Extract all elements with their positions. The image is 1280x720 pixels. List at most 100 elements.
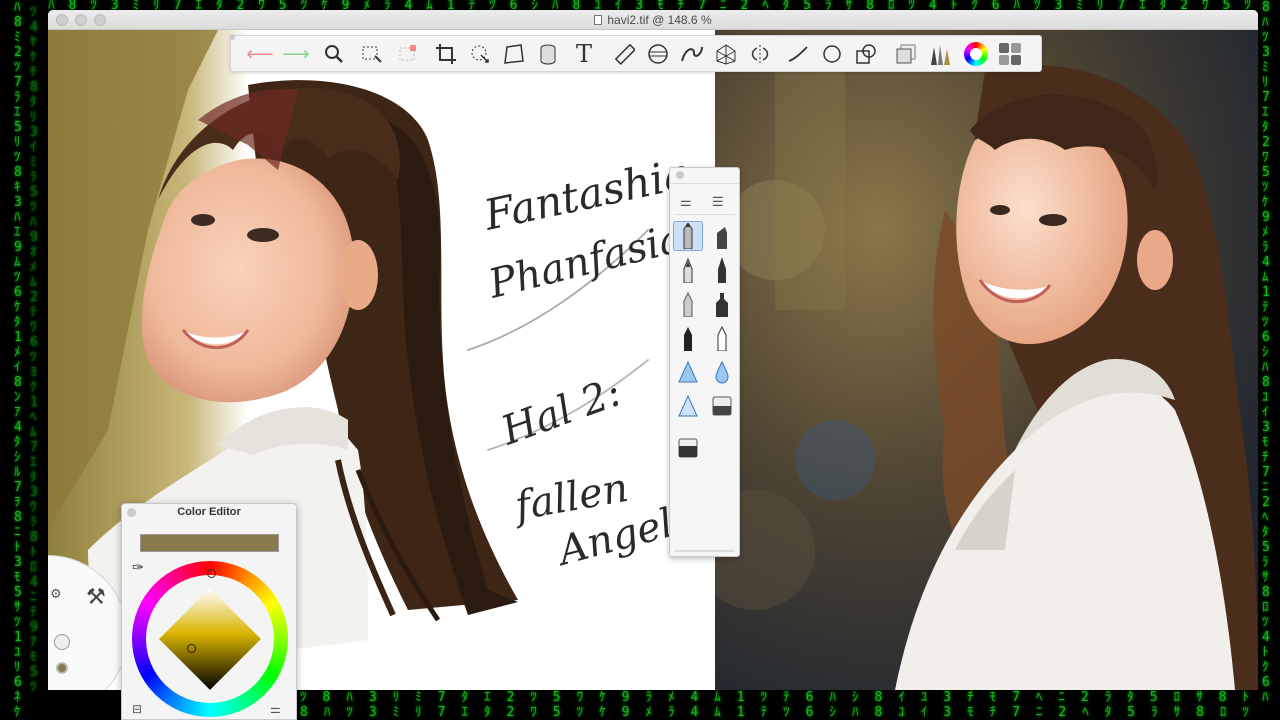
pencil-icon (683, 223, 693, 249)
text-icon: T (575, 40, 592, 68)
selection-icon (362, 46, 382, 63)
brush-palette: ⚌ ☰ (669, 167, 740, 557)
desktop: ﾊ 8 ﾐ 2 ﾂ 7 ﾗ ｴ 5 ﾘ ﾂ 8 ｷ 3 ﾊ ｴ 9 ﾑ ﾂ 6 … (0, 0, 1280, 720)
technical-pen-icon (683, 257, 693, 283)
transform-icon (471, 45, 489, 63)
color-puck-icon[interactable]: ⊟ (132, 702, 142, 716)
brush-sets-icon[interactable]: ☰ (712, 194, 724, 210)
brush-airbrush[interactable] (673, 357, 703, 387)
ballpoint-icon (683, 291, 693, 317)
fill-button[interactable] (533, 40, 563, 68)
shape-icon (856, 44, 876, 64)
hue-handle[interactable] (207, 569, 216, 578)
undo-button[interactable]: ⟵ (245, 40, 275, 68)
crop-icon (436, 44, 456, 64)
stroke-icon (788, 46, 808, 62)
puck-settings-icon[interactable]: ⚙ (50, 586, 62, 602)
brush-properties-icon[interactable]: ⚒ (86, 584, 106, 610)
clear-selection-icon (399, 45, 416, 61)
reference-photo (715, 30, 1258, 690)
brush-marker[interactable] (707, 221, 737, 251)
brush-pen[interactable] (707, 323, 737, 353)
brush-felt-tip[interactable] (707, 289, 737, 319)
eyedropper-icon[interactable]: ✑ (132, 559, 144, 576)
layers-button[interactable] (891, 40, 921, 68)
perspective-guide-button[interactable] (711, 40, 741, 68)
document-icon (594, 15, 603, 25)
fill-icon (540, 44, 556, 65)
brush-ballpoint[interactable] (673, 289, 703, 319)
brush-settings-icon[interactable]: ⚌ (680, 194, 692, 210)
matrix-rain-left: ﾊ 8 ﾐ 2 ﾂ 7 ﾗ ｴ 5 ﾘ ﾂ 8 ｷ 3 ﾊ ｴ 9 ﾑ ﾂ 6 … (14, 0, 22, 720)
brush-palette-close[interactable] (676, 171, 684, 179)
brush-ink-pen[interactable] (707, 255, 737, 285)
brush-smudge[interactable] (707, 357, 737, 387)
distort-button[interactable] (499, 40, 529, 68)
ellipse-tool-button[interactable] (817, 40, 847, 68)
ruler-icon (614, 43, 635, 65)
palette-resize-handle[interactable] (675, 550, 735, 552)
french-curve-button[interactable] (677, 40, 707, 68)
swatches-icon (999, 43, 1021, 65)
fineliner-icon (684, 327, 692, 351)
brush-size-control[interactable] (54, 634, 70, 650)
redo-button[interactable]: ⟶ (281, 40, 311, 68)
ruler-button[interactable] (609, 40, 639, 68)
color-settings-icon[interactable]: ⚌ (270, 702, 281, 716)
ellipse-icon (823, 45, 841, 63)
main-toolbar: ⟵ ⟶ T (229, 34, 1042, 72)
value-handle[interactable] (187, 644, 196, 653)
perspective-icon (716, 44, 736, 65)
window-title-text: havi2.tif @ 148.6 % (607, 13, 712, 27)
text-button[interactable]: T (569, 40, 599, 68)
brush-soft-airbrush[interactable] (673, 391, 703, 421)
current-color-swatch[interactable] (140, 534, 279, 552)
symmetry-button[interactable] (745, 40, 775, 68)
color-editor-button[interactable] (961, 40, 991, 68)
color-wheel-icon (964, 42, 988, 66)
zoom-button[interactable] (319, 40, 349, 68)
ink-pen-icon (718, 257, 726, 283)
matrix-rain-left-2: ﾂ 4 ﾔ ｹ ﾁ 8 ﾀ ﾘ 3 ｲ ﾐ ﾗ 5 ﾂ ﾊ 9 ｵ ﾒ ﾑ 2 … (30, 5, 38, 695)
clear-selection-button[interactable] (393, 40, 423, 68)
title-bar[interactable]: havi2.tif @ 148.6 % (48, 10, 1258, 30)
color-editor-title: Color Editor (177, 506, 241, 518)
stroke-line-button[interactable] (783, 40, 813, 68)
reference-photo-image (715, 30, 1258, 690)
brush-library-button[interactable] (925, 40, 955, 68)
selection-button[interactable] (357, 40, 387, 68)
felt-tip-icon (716, 293, 728, 317)
brush-hard-eraser[interactable] (673, 433, 703, 463)
matrix-rain-bottom: ﾂ8ﾊ3ﾘﾐ7ﾀｴ2ﾂ5ﾜｹ9ﾗﾒ4ﾑ1ﾂﾃ6ﾊｼ8ｲﾕ3ﾁﾓ7ﾍﾆ2ﾗﾀ5ﾛｻ… (300, 690, 1260, 720)
crop-button[interactable] (431, 40, 461, 68)
symmetry-icon (751, 45, 769, 63)
toolbar-close-dot[interactable] (229, 34, 235, 40)
swatches-button[interactable] (995, 40, 1025, 68)
brush-technical-pen[interactable] (673, 255, 703, 285)
brush-eraser[interactable] (707, 391, 737, 421)
redo-icon: ⟶ (282, 43, 310, 65)
distort-icon (504, 44, 524, 64)
brush-fineliner[interactable] (673, 323, 703, 353)
brush-pencil[interactable] (673, 221, 703, 251)
color-editor-panel: Color Editor ✑ ⊟ ⚌ (121, 503, 297, 720)
water-drop-icon (715, 360, 729, 384)
color-wheel[interactable] (132, 561, 288, 717)
eraser-icon (712, 396, 732, 416)
transform-button[interactable] (465, 40, 495, 68)
marker-icon (717, 227, 727, 249)
layers-icon (896, 44, 916, 64)
ellipse-guide-icon (648, 44, 668, 64)
undo-icon: ⟵ (246, 43, 274, 65)
french-curve-icon (681, 46, 703, 62)
zoom-icon (325, 45, 343, 63)
window-title: havi2.tif @ 148.6 % (48, 13, 1258, 27)
airbrush-icon (678, 360, 698, 383)
ellipse-guide-button[interactable] (643, 40, 673, 68)
matrix-rain-top: ﾊ8ﾂ3ﾐﾘ7ｴﾀ2ﾜ5ﾂｹ9ﾒﾗ4ﾑ1ﾃﾂ6ｼﾊ8ﾕｲ3ﾓﾁ7ﾆ2ﾍﾀ5ﾗｻ8… (48, 0, 1258, 10)
shape-tool-button[interactable] (851, 40, 881, 68)
soft-airbrush-icon (678, 394, 698, 417)
brush-palette-header[interactable] (670, 168, 739, 184)
matrix-rain-right: 8 ﾊ ﾂ 3 ﾐ ﾘ 7 ｴ ﾀ 2 ﾜ 5 ﾂ ｹ 9 ﾒ ﾗ 4 ﾑ 1 … (1262, 0, 1270, 705)
current-color-dot[interactable] (56, 662, 68, 674)
